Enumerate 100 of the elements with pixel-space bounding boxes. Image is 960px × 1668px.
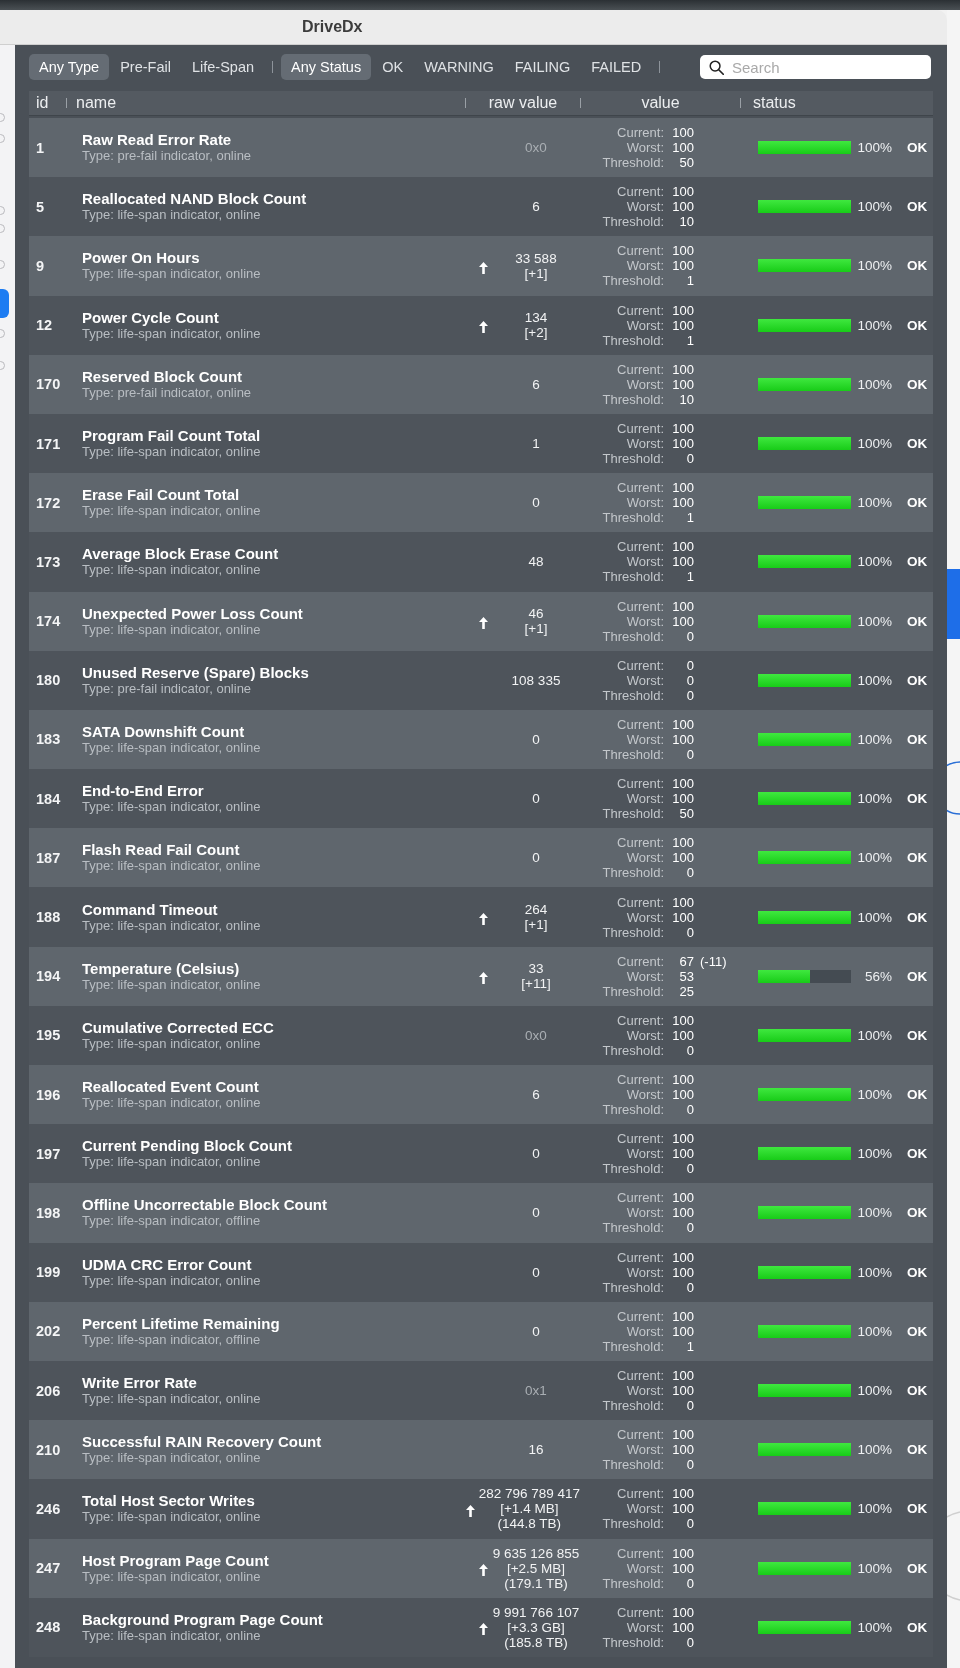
value-number: 1 (685, 569, 694, 585)
filter-tab[interactable]: WARNING (414, 54, 504, 80)
attribute-id: 199 (36, 1264, 61, 1281)
raw-value: 0 (531, 791, 541, 807)
table-row[interactable]: 195 Cumulative Corrected ECC Type: life-span indicator, online 0x0 Current: 100 Worst: 100 Threshold: 0 100% OK (29, 1005, 933, 1065)
filter-tab[interactable]: Life-Span (181, 54, 265, 80)
column-header[interactable]: status (753, 94, 796, 112)
value-number: 100 (671, 1383, 694, 1399)
value-number: 0 (685, 628, 694, 644)
value-label: Current: (616, 361, 664, 377)
percent-text: 100% (856, 909, 892, 925)
percent-text: 100% (856, 1146, 892, 1162)
table-row[interactable]: 246 Total Host Sector Writes Type: life-span indicator, online 282 796 789 417 [+1.4 MB] (144.8 TB) Current: 100 Worst: 100 Threshold: 0 100% OK (29, 1479, 933, 1539)
status-text: OK (907, 317, 928, 333)
status-text: OK (907, 436, 928, 452)
selected-item-highlight[interactable] (0, 289, 9, 318)
attribute-type: Type: life-span indicator, online (82, 207, 261, 224)
table-row[interactable]: 9 Power On Hours Type: life-span indicator, online 33 588 [+1] Current: 100 Worst: 100 Threshold: 1 100% OK (29, 236, 933, 296)
status-text: OK (907, 554, 928, 570)
table-row[interactable]: 184 End-to-End Error Type: life-span indicator, online 0 Current: 100 Worst: 100 Threshold: 50 100% OK (29, 769, 933, 829)
raw-value: 0 (531, 495, 541, 511)
table-row[interactable]: 247 Host Program Page Count Type: life-span indicator, online 9 635 126 855 [+2.5 MB] (179.1 TB) Current: 100 Worst: 100 Threshold: 0 100% OK (29, 1538, 933, 1598)
value-label: Threshold: (601, 1161, 664, 1177)
table-row[interactable]: 188 Command Timeout Type: life-span indicator, online 264 [+1] Current: 100 Worst: 100 Threshold: 0 100% OK (29, 887, 933, 947)
table-row[interactable]: 170 Reserved Block Count Type: pre-fail indicator, online 6 Current: 100 Worst: 100 Threshold: 10 100% OK (29, 354, 933, 414)
filter-tab[interactable]: FAILED (581, 54, 652, 80)
table-row[interactable]: 173 Average Block Erase Count Type: life-span indicator, online 48 Current: 100 Worst: 100 Threshold: 1 100% OK (29, 532, 933, 592)
attribute-name: Offline Uncorrectable Block Count (82, 1196, 328, 1214)
table-row[interactable]: 12 Power Cycle Count Type: life-span indicator, online 134 [+2] Current: 100 Worst: 100 Threshold: 1 100% OK (29, 295, 933, 355)
value-label: Worst: (625, 495, 664, 511)
value-number: 100 (671, 1486, 694, 1502)
value-number: 100 (671, 1560, 694, 1576)
value-label: Current: (616, 1427, 664, 1443)
raw-value: 33 [+11] (520, 961, 552, 992)
value-label: Current: (616, 1368, 664, 1384)
value-number: 100 (671, 243, 694, 259)
table-row[interactable]: 1 Raw Read Error Rate Type: pre-fail indicator, online 0x0 Current: 100 Worst: 100 Threshold: 50 100% OK (29, 118, 933, 178)
filter-tab[interactable]: Any Type (29, 54, 110, 80)
attribute-id: 183 (36, 731, 61, 748)
table-row[interactable]: 202 Percent Lifetime Remaining Type: life-span indicator, offline 0 Current: 100 Worst: 100 Threshold: 1 100% OK (29, 1301, 933, 1361)
table-row[interactable]: 206 Write Error Rate Type: life-span indicator, online 0x1 Current: 100 Worst: 100 Threshold: 0 100% OK (29, 1360, 933, 1421)
percent-text: 100% (856, 791, 892, 807)
value-label: Worst: (625, 317, 664, 333)
table-row[interactable]: 196 Reallocated Event Count Type: life-span indicator, online 6 Current: 100 Worst: 100 Threshold: 0 100% OK (29, 1065, 933, 1125)
value-change: (-11) (700, 953, 727, 969)
raw-value: 16 (527, 1442, 545, 1458)
value-number: 10 (678, 391, 694, 407)
attribute-name: Current Pending Block Count (82, 1137, 292, 1155)
raw-value: 134 [+2] (523, 310, 549, 341)
attribute-id: 246 (36, 1500, 61, 1517)
search-field[interactable]: Search (700, 55, 931, 79)
table-row[interactable]: 171 Program Fail Count Total Type: life-span indicator, online 1 Current: 100 Worst: 100 Threshold: 0 100% OK (29, 413, 933, 474)
table-row[interactable]: 172 Erase Fail Count Total Type: life-span indicator, online 0 Current: 100 Worst: 100 Threshold: 1 100% OK (29, 473, 933, 533)
attribute-id: 171 (36, 435, 61, 452)
table-row[interactable]: 197 Current Pending Block Count Type: life-span indicator, online 0 Current: 100 Worst: 100 Threshold: 0 100% OK (29, 1124, 933, 1184)
table-row[interactable]: 183 SATA Downshift Count Type: life-span indicator, online 0 Current: 100 Worst: 100 Threshold: 0 100% OK (29, 709, 933, 770)
status-text: OK (907, 968, 928, 984)
filter-tab[interactable]: FAILING (504, 54, 581, 80)
raw-value: 0x0 (524, 140, 548, 156)
column-header[interactable]: name (76, 94, 117, 112)
attribute-type: Type: life-span indicator, online (82, 562, 261, 579)
value-number: 1 (685, 273, 694, 289)
attribute-id: 210 (36, 1441, 61, 1458)
value-label: Current: (616, 953, 664, 969)
attribute-name: Temperature (Celsius) (82, 959, 240, 977)
value-number: 100 (671, 184, 694, 200)
attribute-type: Type: life-span indicator, online (82, 799, 261, 816)
table-row[interactable]: 210 Successful RAIN Recovery Count Type: life-span indicator, online 16 Current: 100 Worst: 100 Threshold: 0 100% OK (29, 1420, 933, 1480)
column-header[interactable]: value (641, 94, 680, 112)
attribute-id: 180 (36, 672, 61, 689)
filter-tab[interactable]: Any Status (281, 54, 372, 80)
filter-tab[interactable]: Pre-Fail (110, 54, 181, 80)
column-header[interactable]: id (36, 94, 49, 112)
status-text: OK (907, 1442, 928, 1458)
filter-tab[interactable]: OK (372, 54, 414, 80)
table-row[interactable]: 180 Unused Reserve (Spare) Blocks Type: pre-fail indicator, online 108 335 Current: 0 Worst: 0 Threshold: 0 100% OK (29, 650, 933, 710)
value-number: 100 (671, 1442, 694, 1458)
raw-value: 282 796 789 417 [+1.4 MB] (144.8 TB) (478, 1486, 580, 1532)
attribute-id: 184 (36, 790, 61, 807)
value-number: 0 (685, 1220, 694, 1236)
column-header[interactable]: raw value (488, 94, 558, 112)
table-row[interactable]: 187 Flash Read Fail Count Type: life-span indicator, online 0 Current: 100 Worst: 100 Threshold: 0 100% OK (29, 828, 933, 888)
table-row[interactable]: 198 Offline Uncorrectable Block Count Type: life-span indicator, offline 0 Current: 100 Worst: 100 Threshold: 0 100% OK (29, 1183, 933, 1243)
table-row[interactable]: 5 Reallocated NAND Block Count Type: life-span indicator, online 6 Current: 100 Worst: 100 Threshold: 10 100% OK (29, 177, 933, 237)
value-label: Current: (616, 421, 664, 437)
value-label: Current: (616, 1545, 664, 1561)
attribute-name: End-to-End Error (82, 782, 204, 800)
attribute-id: 170 (36, 376, 61, 393)
table-row[interactable]: 174 Unexpected Power Loss Count Type: life-span indicator, online 46 [+1] Current: 100 Worst: 100 Threshold: 0 100% OK (29, 591, 933, 651)
table-row[interactable]: 248 Background Program Page Count Type: life-span indicator, online 9 991 766 107 [+3.3 GB] (185.8 TB) Current: 100 Worst: 100 Threshold: 0 100% OK (29, 1597, 933, 1657)
value-label: Threshold: (601, 391, 664, 407)
value-number: 0 (685, 1575, 694, 1591)
attribute-type: Type: life-span indicator, online (82, 266, 261, 283)
table-row[interactable]: 194 Temperature (Celsius) Type: life-span indicator, online 33 [+11] Current: 67 (-11) Worst: 53 Threshold: 25 56% OK (29, 946, 933, 1006)
value-number: 1 (685, 510, 694, 526)
window-title: DriveDx (302, 18, 363, 36)
attribute-id: 173 (36, 553, 61, 570)
table-row[interactable]: 199 UDMA CRC Error Count Type: life-span indicator, online 0 Current: 100 Worst: 100 Threshold: 0 100% OK (29, 1242, 933, 1302)
value-number: 100 (671, 376, 694, 392)
value-label: Current: (616, 184, 664, 200)
